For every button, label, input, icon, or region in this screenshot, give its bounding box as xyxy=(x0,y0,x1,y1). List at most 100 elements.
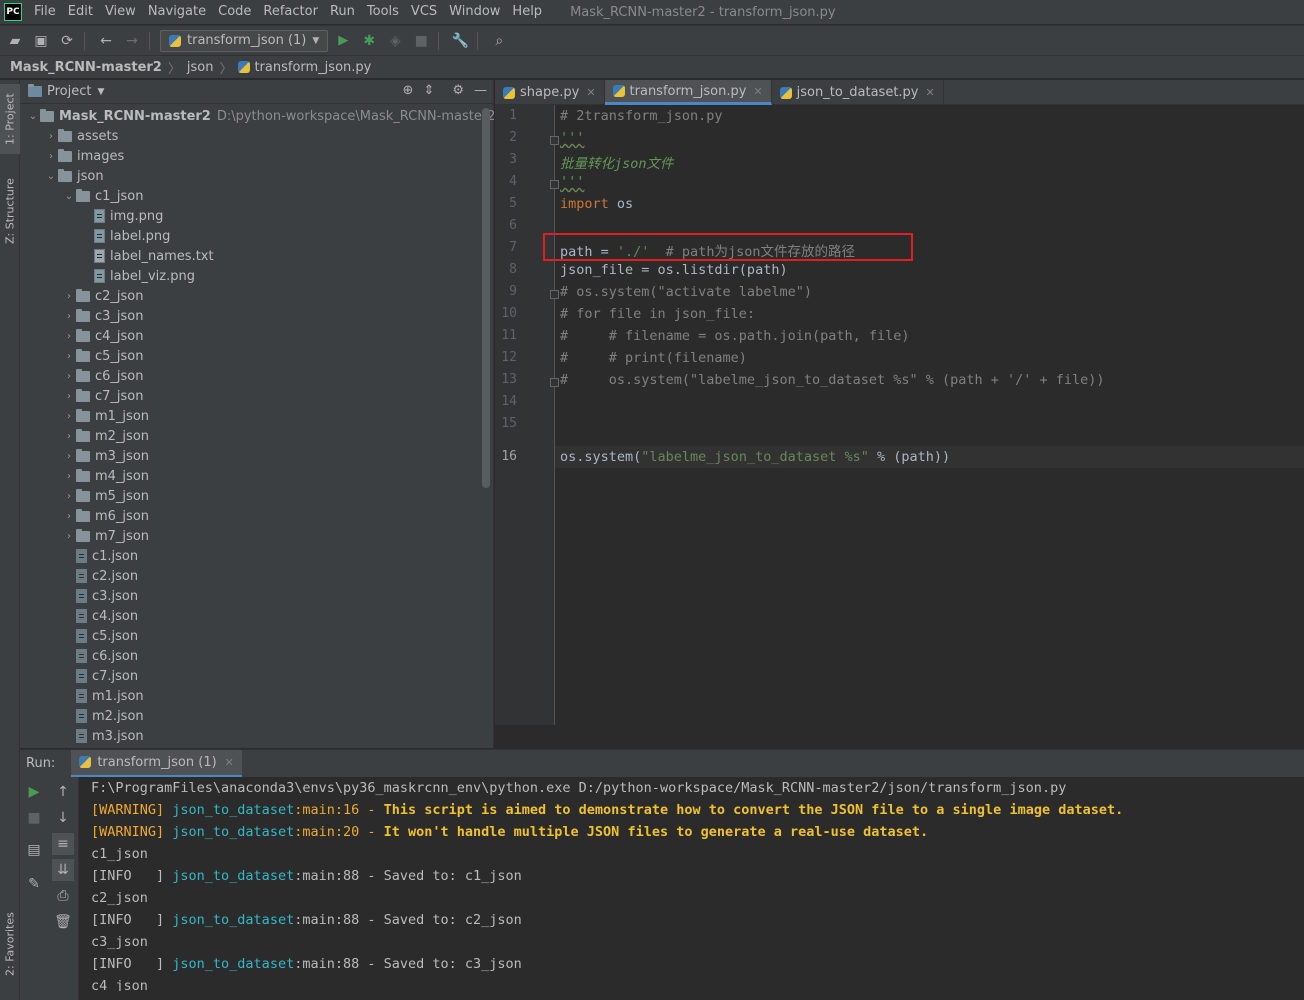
editor-tab[interactable]: shape.py ✕ xyxy=(495,80,605,105)
chevron-right-icon[interactable]: › xyxy=(62,411,76,422)
chevron-right-icon[interactable]: › xyxy=(62,471,76,482)
menu-window[interactable]: Window xyxy=(443,0,506,24)
tree-item[interactable]: m1.json xyxy=(62,686,144,706)
menu-vcs[interactable]: VCS xyxy=(405,0,443,24)
tree-item[interactable]: › m1_json xyxy=(62,406,149,426)
project-view-selector[interactable]: Project xyxy=(47,84,91,99)
stop-icon[interactable]: ■ xyxy=(410,30,432,52)
tree-item[interactable]: label_names.txt xyxy=(80,246,214,266)
menu-run[interactable]: Run xyxy=(324,0,361,24)
forward-arrow-icon[interactable]: → xyxy=(121,30,143,52)
tree-item[interactable]: › m5_json xyxy=(62,486,149,506)
tree-item[interactable]: c5.json xyxy=(62,626,138,646)
tree-item[interactable]: m2.json xyxy=(62,706,144,726)
menu-refactor[interactable]: Refactor xyxy=(257,0,324,24)
rerun-icon[interactable]: ▶ xyxy=(23,781,45,803)
chevron-right-icon[interactable]: › xyxy=(62,311,76,322)
editor-tab[interactable]: transform_json.py ✕ xyxy=(604,80,772,105)
tree-item[interactable]: c7.json xyxy=(62,666,138,686)
breadcrumb-file[interactable]: transform_json.py xyxy=(254,60,371,75)
fold-marker-icon[interactable] xyxy=(550,378,559,387)
menu-navigate[interactable]: Navigate xyxy=(142,0,212,24)
collapse-all-icon[interactable]: ⇕ xyxy=(423,83,434,98)
run-console[interactable]: F:\ProgramFiles\anaconda3\envs\py36_mask… xyxy=(78,777,1304,1000)
menu-view[interactable]: View xyxy=(99,0,142,24)
tree-item[interactable]: c6.json xyxy=(62,646,138,666)
gear-icon[interactable]: ⚙ xyxy=(452,83,464,98)
menu-edit[interactable]: Edit xyxy=(62,0,99,24)
menu-help[interactable]: Help xyxy=(506,0,548,24)
tree-scrollbar[interactable] xyxy=(482,108,490,488)
soft-wrap-icon[interactable]: ≡ xyxy=(52,833,74,855)
chevron-right-icon[interactable]: › xyxy=(62,451,76,462)
run-with-coverage-icon[interactable]: ◈ xyxy=(384,30,406,52)
fold-marker-icon[interactable] xyxy=(550,180,559,189)
back-arrow-icon[interactable]: ← xyxy=(95,30,117,52)
chevron-down-icon[interactable]: ⌄ xyxy=(44,171,58,182)
chevron-right-icon[interactable]: › xyxy=(62,431,76,442)
tree-item[interactable]: › c4_json xyxy=(62,326,144,346)
tree-item[interactable]: › c6_json xyxy=(62,366,144,386)
fold-marker-icon[interactable] xyxy=(550,290,559,299)
tree-item[interactable]: › m4_json xyxy=(62,466,149,486)
chevron-right-icon[interactable]: › xyxy=(62,391,76,402)
wrench-settings-icon[interactable]: 🔧 xyxy=(449,30,471,52)
side-tab-favorites[interactable]: 2: Favorites xyxy=(0,902,20,986)
tree-item[interactable]: › m2_json xyxy=(62,426,149,446)
tree-item[interactable]: c2.json xyxy=(62,566,138,586)
pin-icon[interactable]: ✎ xyxy=(23,873,45,895)
tree-item[interactable]: › m7_json xyxy=(62,526,149,546)
breadcrumb-project[interactable]: Mask_RCNN-master2 xyxy=(10,60,162,75)
tree-item[interactable]: › assets xyxy=(44,126,118,146)
chevron-down-icon[interactable]: ⌄ xyxy=(62,191,76,202)
tree-item[interactable]: › images xyxy=(44,146,124,166)
editor-tab[interactable]: json_to_dataset.py ✕ xyxy=(772,80,944,105)
menu-file[interactable]: File xyxy=(28,0,62,24)
run-tab[interactable]: transform_json (1) ✕ xyxy=(71,749,242,778)
synchronize-icon[interactable]: ⟳ xyxy=(56,30,78,52)
hide-panel-icon[interactable]: — xyxy=(474,83,487,98)
chevron-right-icon[interactable]: › xyxy=(62,351,76,362)
tree-item[interactable]: ⌄ c1_json xyxy=(62,186,144,206)
run-icon[interactable]: ▶ xyxy=(332,30,354,52)
side-tab-project[interactable]: 1: Project xyxy=(0,84,20,154)
chevron-right-icon[interactable]: › xyxy=(44,131,58,142)
trash-icon[interactable]: 🗑 xyxy=(52,911,74,933)
tree-root[interactable]: ⌄ Mask_RCNN-master2 D:\python-workspace\… xyxy=(26,106,495,126)
tree-item[interactable]: ⌄ json xyxy=(44,166,104,186)
layout-icon[interactable]: ▤ xyxy=(23,839,45,861)
chevron-down-icon[interactable]: ▼ xyxy=(97,87,104,97)
tree-item[interactable]: label_viz.png xyxy=(80,266,195,286)
tree-item[interactable]: label.png xyxy=(80,226,170,246)
fold-marker-icon[interactable] xyxy=(550,136,559,145)
print-icon[interactable]: ⎙ xyxy=(52,885,74,907)
chevron-right-icon[interactable]: › xyxy=(62,371,76,382)
locate-target-icon[interactable]: ⊕ xyxy=(403,83,414,98)
breadcrumb-folder[interactable]: json xyxy=(187,60,214,75)
debug-bug-icon[interactable]: ✱ xyxy=(358,30,380,52)
stop-icon[interactable]: ■ xyxy=(23,807,45,829)
console-scrollbar[interactable] xyxy=(79,991,1304,999)
chevron-right-icon[interactable]: › xyxy=(62,531,76,542)
tree-item[interactable]: › c5_json xyxy=(62,346,144,366)
chevron-right-icon[interactable]: › xyxy=(62,291,76,302)
scroll-to-end-icon[interactable]: ⇊ xyxy=(52,859,74,881)
close-icon[interactable]: ✕ xyxy=(753,85,762,98)
run-configuration-dropdown[interactable]: transform_json (1) ▼ xyxy=(160,29,329,52)
tree-item[interactable]: c1.json xyxy=(62,546,138,566)
tree-item[interactable]: › c2_json xyxy=(62,286,144,306)
tree-item[interactable]: c4.json xyxy=(62,606,138,626)
chevron-right-icon[interactable]: › xyxy=(62,331,76,342)
tree-item[interactable]: img.png xyxy=(80,206,163,226)
side-tab-structure[interactable]: Z: Structure xyxy=(0,170,20,252)
code-editor[interactable]: 1 2 3 4 5 6 7 8 9 10 11 12 13 14 15 16 # 2transform_jso… xyxy=(495,105,1304,748)
search-icon[interactable]: ⌕ xyxy=(488,30,510,52)
tree-item[interactable]: › m3_json xyxy=(62,446,149,466)
open-folder-icon[interactable]: ▰ xyxy=(4,30,26,52)
tree-item[interactable]: m3.json xyxy=(62,726,144,746)
menu-code[interactable]: Code xyxy=(212,0,257,24)
chevron-down-icon[interactable]: ⌄ xyxy=(26,111,40,122)
menu-tools[interactable]: Tools xyxy=(361,0,405,24)
scroll-up-icon[interactable]: ↑ xyxy=(52,781,74,803)
close-icon[interactable]: ✕ xyxy=(225,756,234,769)
